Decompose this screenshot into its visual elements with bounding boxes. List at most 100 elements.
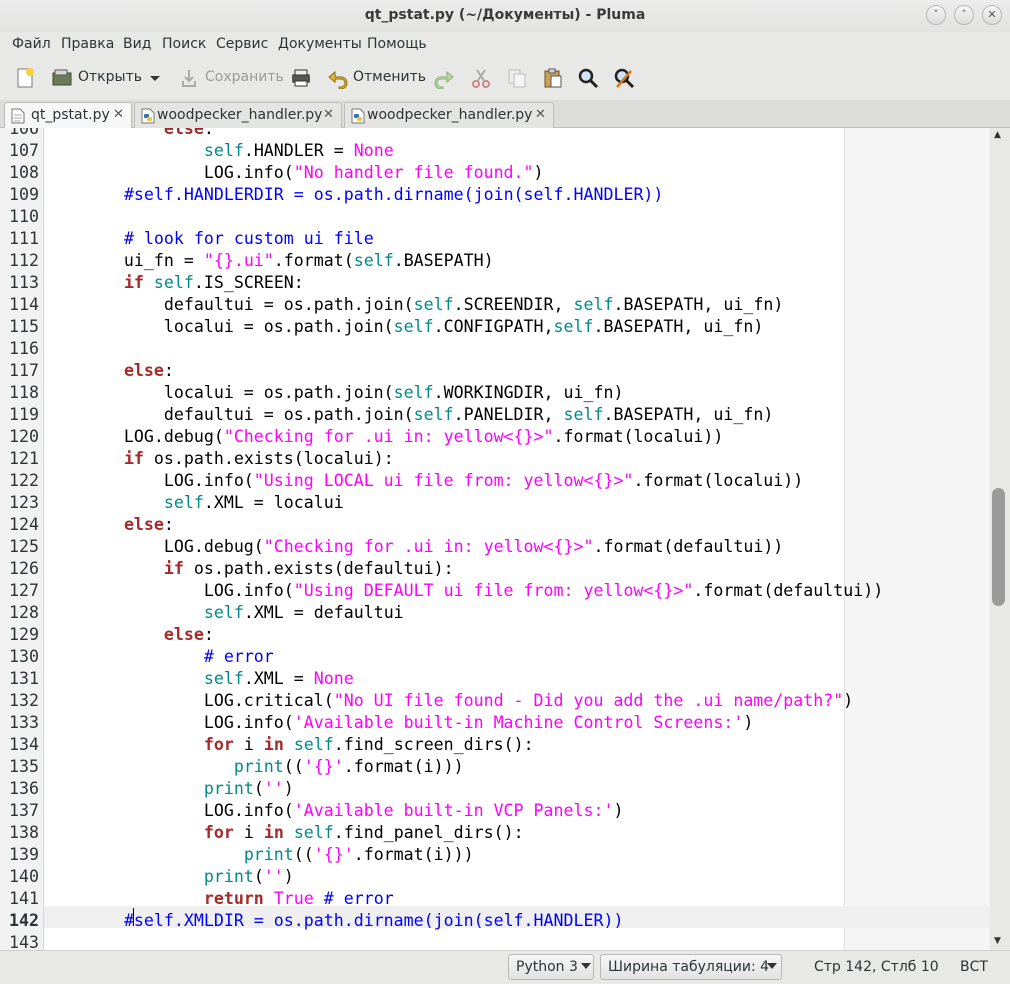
paste-icon[interactable] — [542, 67, 564, 89]
code-line[interactable]: 123 self.XML = localui — [0, 492, 990, 514]
vertical-scrollbar[interactable]: ▲ ▼ — [990, 128, 1010, 950]
code-text: print(('{}'.format(i))) — [243, 845, 474, 864]
code-line[interactable]: 141 return True # error — [0, 888, 990, 910]
undo-icon[interactable] — [327, 67, 349, 89]
chevron-down-icon — [767, 963, 777, 969]
code-line[interactable]: 125 LOG.debug("Checking for .ui in: yell… — [0, 536, 990, 558]
code-line[interactable]: 130 # error — [0, 646, 990, 668]
code-text: LOG.critical("No UI file found - Did you… — [44, 691, 854, 710]
open-button[interactable]: Открыть — [78, 69, 142, 85]
code-editor[interactable]: 106 else: 107 self.HANDLER = None 108 LOG.… — [0, 128, 990, 950]
code-text: else: — [163, 625, 214, 644]
code-line[interactable]: 131 self.XML = None — [0, 668, 990, 690]
line-number: 110 — [9, 207, 39, 226]
code-line[interactable]: 134 for i in self.find_screen_dirs(): — [0, 734, 990, 756]
scrollbar-thumb[interactable] — [992, 488, 1005, 606]
tab-label: woodpecker_handler.py — [367, 107, 533, 123]
line-number: 115 — [9, 317, 39, 336]
code-line[interactable]: 129 else: — [0, 624, 990, 646]
scroll-down-icon[interactable]: ▼ — [994, 936, 1001, 946]
tab-woodpecker-handler-2[interactable]: woodpecker_handler.py ✕ — [344, 102, 554, 128]
code-line[interactable]: 139 print(('{}'.format(i))) — [0, 844, 990, 866]
chevron-down-icon — [581, 963, 591, 969]
menu-search[interactable]: Поиск — [162, 36, 206, 52]
code-line[interactable]: 128 self.XML = defaultui — [0, 602, 990, 624]
line-number: 124 — [9, 515, 39, 534]
close-icon[interactable]: ✕ — [323, 107, 334, 122]
line-number: 114 — [9, 295, 39, 314]
close-icon[interactable]: ✕ — [535, 107, 546, 122]
code-line[interactable]: 137 LOG.info('Available built-in VCP Pan… — [0, 800, 990, 822]
code-line[interactable]: 136 print('') — [0, 778, 990, 800]
maximize-button[interactable]: ˄ — [954, 5, 974, 25]
print-icon[interactable] — [290, 67, 312, 89]
code-line[interactable]: 116 — [0, 338, 990, 360]
code-line[interactable]: 143 — [0, 932, 990, 950]
code-line[interactable]: 110 — [0, 206, 990, 228]
code-text: if self.IS_SCREEN: — [123, 273, 304, 292]
line-number: 127 — [9, 581, 39, 600]
close-window-button[interactable]: ✕ — [982, 5, 1002, 25]
code-line[interactable]: 114 defaultui = os.path.join(self.SCREEN… — [0, 294, 990, 316]
code-text: if os.path.exists(localui): — [123, 449, 394, 468]
code-line[interactable]: 133 LOG.info('Available built-in Machine… — [0, 712, 990, 734]
find-icon[interactable] — [577, 67, 599, 89]
code-line[interactable]: 108 LOG.info("No handler file found.") — [0, 162, 990, 184]
language-label: Python 3 — [516, 959, 578, 975]
code-line[interactable]: 109 #self.HANDLERDIR = os.path.dirname(j… — [0, 184, 990, 206]
code-text: LOG.debug("Checking for .ui in: yellow<{… — [44, 427, 724, 446]
minimize-button[interactable]: ˅ — [926, 5, 946, 25]
code-line[interactable]: 121 if os.path.exists(localui): — [0, 448, 990, 470]
code-line[interactable]: 112 ui_fn = "{}.ui".format(self.BASEPATH… — [0, 250, 990, 272]
code-line[interactable]: 113 if self.IS_SCREEN: — [0, 272, 990, 294]
close-icon[interactable]: ✕ — [113, 107, 124, 122]
save-button[interactable]: Сохранить — [205, 69, 284, 85]
code-line[interactable]: 142 #self.XMLDIR = os.path.dirname(join(… — [0, 910, 990, 932]
code-line[interactable]: 124 else: — [0, 514, 990, 536]
menu-documents[interactable]: Документы — [278, 36, 362, 52]
line-number: 106 — [9, 128, 39, 138]
revert-button[interactable]: Отменить — [353, 69, 426, 85]
code-line[interactable]: 120 LOG.debug("Checking for .ui in: yell… — [0, 426, 990, 448]
document-tabs: qt_pstat.py ✕ woodpecker_handler.py ✕ wo… — [0, 100, 1010, 128]
code-line[interactable]: 140 print('') — [0, 866, 990, 888]
code-line[interactable]: 122 LOG.info("Using LOCAL ui file from: … — [0, 470, 990, 492]
code-line[interactable]: 135 print(('{}'.format(i))) — [0, 756, 990, 778]
open-icon[interactable] — [51, 67, 73, 89]
code-line[interactable]: 127 LOG.info("Using DEFAULT ui file from… — [0, 580, 990, 602]
code-line[interactable]: 117 else: — [0, 360, 990, 382]
code-text: self.XML = None — [203, 669, 354, 688]
menu-bar: Файл Правка Вид Поиск Сервис Документы П… — [0, 32, 1010, 56]
scroll-up-icon[interactable]: ▲ — [994, 130, 1001, 140]
menu-help[interactable]: Помощь — [367, 36, 427, 52]
find-replace-icon[interactable] — [613, 67, 635, 89]
menu-edit[interactable]: Правка — [61, 36, 114, 52]
menu-tools[interactable]: Сервис — [216, 36, 268, 52]
tab-woodpecker-handler-1[interactable]: woodpecker_handler.py ✕ — [134, 102, 342, 128]
code-text: print('') — [203, 867, 294, 886]
new-document-icon[interactable] — [14, 67, 36, 89]
line-number: 129 — [9, 625, 39, 644]
language-selector[interactable]: Python 3 — [508, 954, 594, 980]
menu-view[interactable]: Вид — [123, 36, 151, 52]
code-text: # look for custom ui file — [123, 229, 374, 248]
tab-qt-pstat[interactable]: qt_pstat.py ✕ — [4, 102, 132, 128]
line-number: 120 — [9, 427, 39, 446]
code-line[interactable]: 119 defaultui = os.path.join(self.PANELD… — [0, 404, 990, 426]
chevron-down-icon[interactable] — [148, 67, 162, 89]
code-line[interactable]: 118 localui = os.path.join(self.WORKINGD… — [0, 382, 990, 404]
code-line[interactable]: 115 localui = os.path.join(self.CONFIGPA… — [0, 316, 990, 338]
code-line[interactable]: 138 for i in self.find_panel_dirs(): — [0, 822, 990, 844]
code-line[interactable]: 107 self.HANDLER = None — [0, 140, 990, 162]
code-line[interactable]: 111 # look for custom ui file — [0, 228, 990, 250]
line-number: 119 — [9, 405, 39, 424]
line-number: 126 — [9, 559, 39, 578]
line-number: 141 — [9, 889, 39, 908]
code-line[interactable]: 132 LOG.critical("No UI file found - Did… — [0, 690, 990, 712]
code-line[interactable]: 126 if os.path.exists(defaultui): — [0, 558, 990, 580]
line-number: 142 — [9, 911, 39, 930]
code-line[interactable]: 106 else: — [0, 128, 990, 140]
tab-width-selector[interactable]: Ширина табуляции: 4 — [600, 954, 782, 980]
code-text: LOG.info('Available built-in VCP Panels:… — [44, 801, 624, 820]
menu-file[interactable]: Файл — [12, 36, 51, 52]
